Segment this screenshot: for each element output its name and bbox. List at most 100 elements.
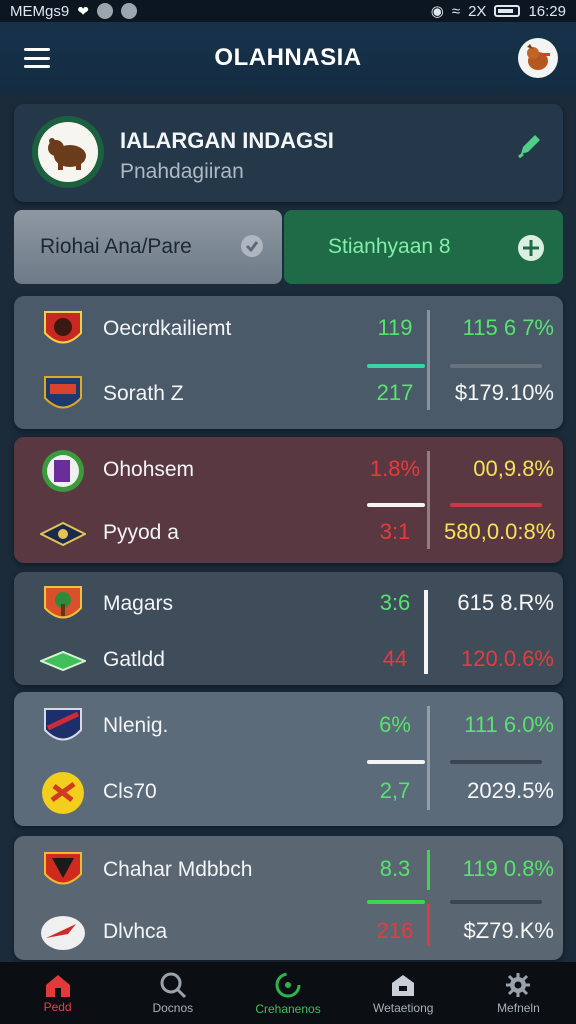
filter-button-label: Riohai Ana/Pare [40,235,192,258]
team-crest-icon [42,450,84,492]
progress-bar [450,503,542,507]
progress-bar [367,364,425,368]
tab-search[interactable]: Docnos [115,962,230,1024]
animal-mascot-icon [527,44,550,70]
avatar[interactable] [518,38,558,78]
status-bar: MEMgs9 ❤ ◉ ≈ 2X 16:29 [0,0,576,22]
page-title: OLAHNASIA [214,44,362,71]
notification-icon [96,3,113,19]
league-card[interactable]: IALARGAN INDAGSI Pnahdagiiran [14,104,563,202]
match-card[interactable]: Oecrdkailiemt 119 115 6 7% Sorath Z 217 … [14,296,563,429]
divider [427,850,430,890]
tab-label: Pedd [43,1000,72,1014]
team-score: 3:6 [379,590,411,615]
team-score: 3:1 [379,519,411,544]
match-card[interactable]: Magars 3:6 615 8.R% Gatldd 44 120.0.6% [14,572,563,685]
team-name: Chahar Mdbbch [103,858,253,881]
team-crest-icon [44,311,82,344]
filter-button[interactable]: Riohai Ana/Pare [14,210,282,284]
match-card[interactable]: Ohohsem 1.8% 00,9.8% Pyyod a 3:1 580,0.0… [14,437,563,563]
team-percentage: 115 6 7% [462,315,554,340]
team-percentage: $179.10% [454,380,554,405]
tab-stadium[interactable]: Wetaetiong [346,962,461,1024]
check-badge-icon [241,235,263,257]
team-name: Cls70 [103,780,157,803]
team-score: 6% [379,712,411,737]
team-score: 2,7 [379,778,411,803]
tab-home[interactable]: Pedd [0,962,115,1024]
team-name: Dlvhca [103,920,168,943]
alarm-icon: ◉ [430,3,444,20]
progress-bar [367,760,425,764]
team-percentage: 120.0.6% [461,646,554,671]
league-title: IALARGAN INDAGSI [120,128,334,153]
team-percentage: 111 6.0% [464,712,554,737]
team-crest-icon [44,586,82,619]
status-time: 16:29 [528,2,566,20]
add-circle-icon [518,235,544,261]
progress-bar [367,503,425,507]
league-subtitle: Pnahdagiiran [120,160,244,183]
bottom-tab-bar: Pedd Docnos Crehanenos Wetaetiong Mefnel… [0,962,576,1024]
team-row-away: Cls70 2,7 2029.5% [14,768,563,818]
team-percentage: 00,9.8% [473,456,554,481]
team-score: 119 [377,315,413,340]
team-crest-icon [40,521,86,547]
search-icon [160,972,186,999]
tab-label: Docnos [152,1001,194,1015]
tab-label: Crehanenos [255,1002,321,1016]
team-crest-icon [44,376,82,409]
progress-bar [450,364,542,368]
tab-label: Wetaetiong [372,1001,434,1015]
team-crest-icon [42,772,84,814]
team-percentage: 615 8.R% [457,590,554,615]
team-crest-icon [44,852,82,885]
team-score: 216 [376,918,414,943]
team-name: Gatldd [103,648,165,671]
progress-bar [367,900,425,904]
home-icon [45,975,70,997]
team-row-home: Magars 3:6 615 8.R% [14,580,563,630]
stadium-icon [392,975,415,996]
team-crest-icon [44,708,82,741]
notification-icon [120,3,137,19]
edit-pencil-icon[interactable] [515,130,545,165]
settings-icon [506,973,531,997]
team-score: 44 [382,646,408,671]
team-crest-icon [40,650,86,672]
team-row-away: Sorath Z 217 $179.10% [14,370,563,420]
team-score: 1.8% [369,456,421,481]
match-card[interactable]: Nlenig. 6% 111 6.0% Cls70 2,7 2029.5% [14,692,563,826]
team-name: Nlenig. [103,714,169,737]
wifi-icon: ≈ [451,2,461,20]
team-percentage: 2029.5% [467,778,554,803]
team-row-away: Gatldd 44 120.0.6% [14,636,563,686]
team-crest-icon [41,916,85,950]
team-percentage: 119 0.8% [462,856,554,881]
match-card[interactable]: Chahar Mdbbch 8.3 119 0.8% Dlvhca 216 $Z… [14,836,563,960]
team-name: Pyyod a [103,521,179,544]
progress-bar [450,760,542,764]
progress-bar [450,900,542,904]
hamburger-menu-icon[interactable] [24,48,50,68]
team-row-home: Ohohsem 1.8% 00,9.8% [14,446,563,496]
live-icon [275,972,301,998]
tab-live[interactable]: Crehanenos [230,962,345,1024]
team-name: Ohohsem [103,458,195,481]
battery-icon [494,5,521,17]
signal-text: 2X [468,2,487,20]
team-row-home: Chahar Mdbbch 8.3 119 0.8% [14,846,563,896]
standings-button-label: Stianhyaan 8 [328,235,451,258]
team-row-home: Nlenig. 6% 111 6.0% [14,702,563,752]
tab-label: Mefneln [497,1001,540,1015]
team-name: Magars [103,592,174,615]
standings-button[interactable]: Stianhyaan 8 [284,210,563,284]
team-percentage: 580,0.0:8% [444,519,556,544]
team-name: Sorath Z [103,382,184,405]
status-carrier-text: MEMgs9 [10,2,70,20]
tab-settings[interactable]: Mefneln [461,962,576,1024]
team-score: 217 [376,380,414,405]
team-row-away: Pyyod a 3:1 580,0.0:8% [14,509,563,559]
team-score: 8.3 [379,856,411,881]
bear-logo-icon [48,138,86,170]
